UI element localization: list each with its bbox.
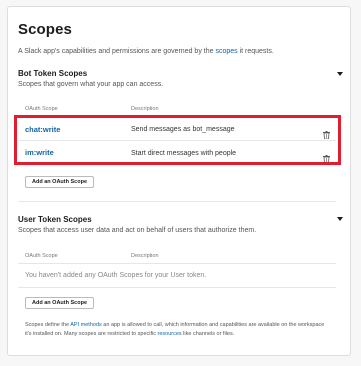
footer-text: Scopes define the	[25, 322, 71, 328]
col-header-description: Description	[131, 106, 159, 112]
add-oauth-scope-button[interactable]: Add an OAuth Scope	[25, 176, 94, 188]
footer-text: like channels or files.	[181, 331, 235, 337]
col-header-scope: OAuth Scope	[25, 106, 58, 112]
col-header-scope: OAuth Scope	[25, 253, 58, 259]
user-token-scopes-title: User Token Scopes	[18, 215, 92, 224]
col-header-description: Description	[131, 253, 159, 259]
bot-token-scopes-title: Bot Token Scopes	[18, 69, 88, 78]
user-token-scopes-subtitle: Scopes that access user data and act on …	[18, 227, 257, 234]
page-title: Scopes	[18, 21, 72, 38]
highlight-box	[14, 115, 341, 165]
api-methods-link[interactable]: API methods	[70, 322, 102, 328]
chevron-down-icon[interactable]	[337, 217, 343, 221]
add-oauth-scope-button[interactable]: Add an OAuth Scope	[25, 297, 94, 309]
divider	[18, 263, 336, 264]
empty-scopes-message: You haven't added any OAuth Scopes for y…	[25, 272, 207, 279]
scopes-link[interactable]: scopes	[215, 48, 237, 55]
resources-link[interactable]: resources	[158, 331, 182, 337]
scopes-description: A Slack app's capabilities and permissio…	[18, 48, 274, 55]
description-suffix: it requests.	[237, 48, 274, 55]
description-prefix: A Slack app's capabilities and permissio…	[18, 48, 216, 55]
divider	[18, 287, 336, 288]
bot-token-scopes-subtitle: Scopes that govern what your app can acc…	[18, 81, 164, 88]
scopes-footer-note: Scopes define the API methods an app is …	[25, 321, 325, 339]
chevron-down-icon[interactable]	[337, 72, 343, 76]
section-divider	[18, 201, 336, 202]
